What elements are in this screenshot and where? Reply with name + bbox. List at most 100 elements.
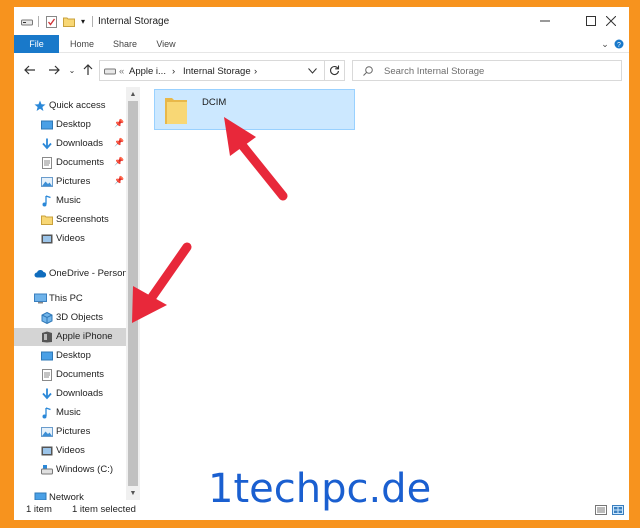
nav-quick-access[interactable]: Quick access [14,97,126,115]
nav-label: Network [49,492,84,500]
expand-ribbon-icon[interactable]: ⌄ [598,35,612,53]
nav-quick-screenshots[interactable]: Screenshots [14,211,126,229]
address-bar[interactable]: « Apple i... › Internal Storage › [99,60,325,81]
nav-label: Videos [56,233,85,244]
music-icon [41,195,53,207]
desktop-icon [41,119,53,131]
nav-label: Screenshots [56,214,109,225]
window-title: Internal Storage [98,16,170,27]
recent-locations-icon[interactable]: ⌄ [66,62,78,78]
search-input[interactable]: Search Internal Storage [384,66,484,77]
navigation-pane: Quick access Desktop 📌 Downloads 📌 Docum… [14,87,141,500]
pin-icon[interactable]: 📌 [114,119,124,128]
properties-icon[interactable] [44,15,58,28]
tab-view[interactable]: View [150,35,182,53]
nav-label: Desktop [56,350,91,361]
help-icon[interactable]: ? [612,35,626,53]
pin-icon[interactable]: 📌 [114,157,124,166]
up-button[interactable] [80,62,96,78]
nav-label: OneDrive - Person [49,268,128,279]
tab-share[interactable]: Share [108,35,142,53]
search-box[interactable]: Search Internal Storage [352,60,622,81]
customize-quick-access-icon[interactable]: ▾ [78,15,88,28]
music-icon [41,407,53,419]
breadcrumb-separator[interactable]: › [172,66,175,77]
nav-pc-3d-objects[interactable]: 3D Objects [14,309,126,327]
cube-icon [41,311,53,325]
minimize-button[interactable] [522,7,568,35]
nav-label: Windows (C:) [56,464,114,475]
breadcrumb-internal-storage[interactable]: Internal Storage [183,66,251,77]
document-icon [41,369,53,381]
nav-pc-videos[interactable]: Videos [14,442,126,460]
watermark-text: 1techpc.de [208,466,432,512]
scroll-down-icon[interactable]: ▼ [126,487,140,499]
download-icon [41,138,53,150]
new-folder-icon[interactable] [62,15,76,28]
large-icons-view-icon[interactable] [612,505,624,518]
pin-icon[interactable]: 📌 [114,176,124,185]
folder-dcim[interactable]: DCIM [154,89,355,130]
file-explorer-window: ▾ Internal Storage File Home Share View … [14,7,629,520]
picture-icon [41,176,53,188]
search-icon [363,66,373,79]
nav-quick-downloads[interactable]: Downloads 📌 [14,135,126,153]
overflow-chevron[interactable]: « [119,66,124,77]
file-list: DCIM [141,87,629,500]
svg-text:?: ? [617,42,621,49]
refresh-button[interactable] [325,60,345,81]
computer-icon [34,293,47,305]
nav-scrollbar[interactable]: ▲ ▼ [126,87,140,500]
folder-icon [41,214,53,226]
video-icon [41,445,53,457]
nav-quick-pictures[interactable]: Pictures 📌 [14,173,126,191]
tab-file[interactable]: File [14,35,59,53]
scroll-up-icon[interactable]: ▲ [126,88,140,100]
details-view-icon[interactable] [595,505,607,518]
nav-quick-documents[interactable]: Documents 📌 [14,154,126,172]
network-icon [34,492,47,500]
forward-button[interactable] [46,62,62,78]
nav-this-pc[interactable]: This PC [14,290,126,308]
nav-pc-pictures[interactable]: Pictures [14,423,126,441]
separator [38,16,39,27]
breadcrumb-separator[interactable]: › [254,66,257,77]
scroll-thumb[interactable] [128,101,138,486]
address-dropdown-icon[interactable] [300,60,325,81]
close-button[interactable] [592,7,629,35]
nav-pc-desktop[interactable]: Desktop [14,347,126,365]
nav-label: Downloads [56,138,103,149]
phone-icon [41,331,53,343]
nav-quick-music[interactable]: Music [14,192,126,210]
device-icon [104,67,116,78]
picture-icon [41,426,53,438]
nav-pc-windows-c[interactable]: Windows (C:) [14,461,126,479]
nav-label: Documents [56,157,105,168]
nav-label: Quick access [49,100,106,111]
breadcrumb-apple[interactable]: Apple i... [129,66,166,77]
nav-onedrive[interactable]: OneDrive - Person [14,265,128,283]
tab-home[interactable]: Home [64,35,100,53]
nav-quick-desktop[interactable]: Desktop 📌 [14,116,126,134]
pin-icon[interactable]: 📌 [114,138,124,147]
nav-label: This PC [49,293,83,304]
folder-name: DCIM [202,97,227,108]
nav-pc-documents[interactable]: Documents [14,366,126,384]
star-icon [34,100,46,112]
cloud-icon [34,268,47,280]
nav-quick-videos[interactable]: Videos [14,230,126,248]
nav-pc-apple-iphone[interactable]: Apple iPhone [14,328,126,346]
back-button[interactable] [22,62,38,78]
drive-icon[interactable] [20,15,34,28]
nav-pc-downloads[interactable]: Downloads [14,385,126,403]
folder-icon [164,95,188,128]
nav-label: Pictures [56,426,91,437]
desktop-icon [41,350,53,362]
nav-label: Desktop [56,119,91,130]
navigation-bar: ⌄ « Apple i... › Internal Storage › Sear… [14,53,629,87]
nav-label: Music [56,407,81,418]
nav-label: Downloads [56,388,103,399]
nav-network[interactable]: Network [14,489,126,500]
document-icon [41,157,53,169]
nav-pc-music[interactable]: Music [14,404,126,422]
